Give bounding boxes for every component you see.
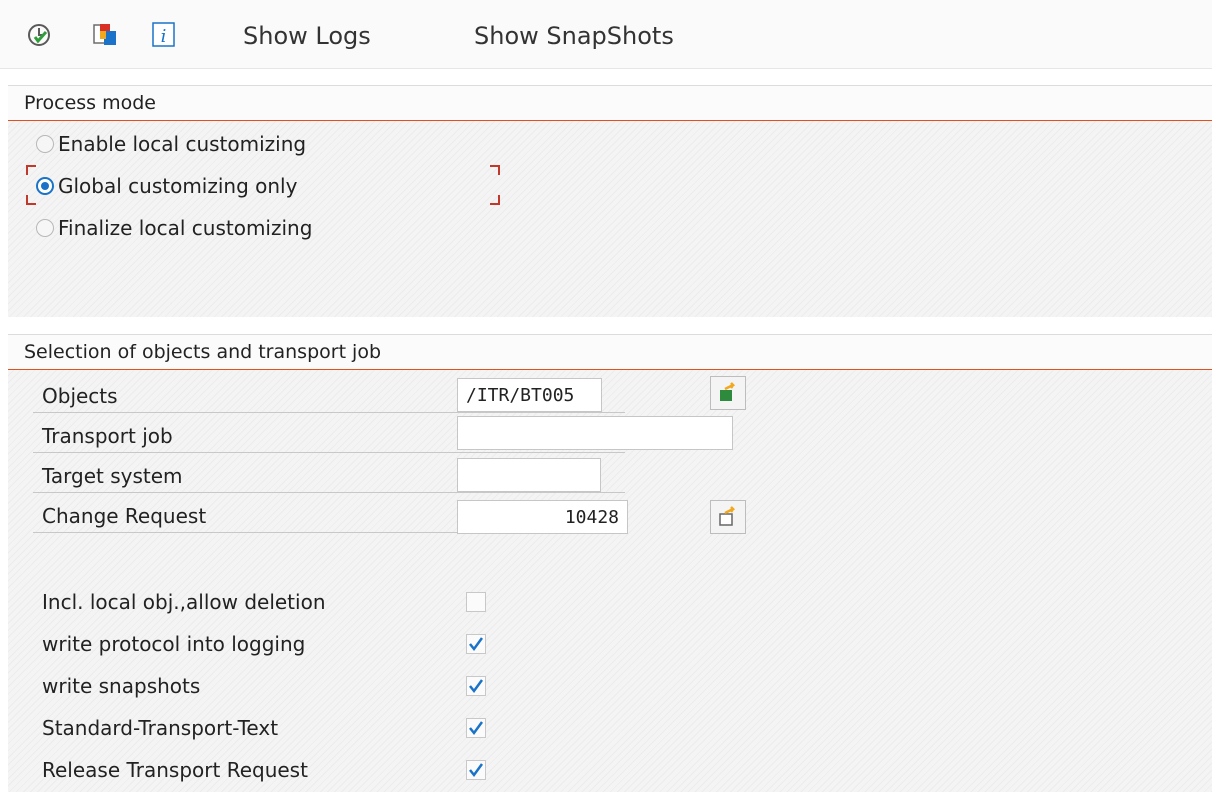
radio-label: Enable local customizing — [58, 132, 307, 156]
checkbox-label-release-transport-request: Release Transport Request — [42, 758, 308, 782]
radio-finalize-local-customizing[interactable]: Finalize local customizing — [36, 213, 312, 243]
transport-job-input[interactable] — [457, 416, 733, 450]
radio-label: Global customizing only — [58, 174, 298, 198]
execute-icon[interactable] — [26, 22, 52, 48]
objects-label: Objects — [42, 384, 118, 408]
selection-body: Objects /ITR/BT005 Transport job Target … — [8, 370, 1212, 792]
multiple-selection-button[interactable] — [710, 376, 746, 410]
change-request-select-button[interactable] — [710, 500, 746, 534]
transport-job-label: Transport job — [42, 424, 173, 448]
objects-input[interactable]: /ITR/BT005 — [457, 378, 602, 412]
check-icon — [469, 679, 484, 694]
selection-group: Selection of objects and transport job O… — [8, 334, 1212, 792]
radio-enable-local-customizing[interactable]: Enable local customizing — [36, 129, 306, 159]
application-toolbar: i Show Logs Show SnapShots — [0, 0, 1212, 69]
change-request-input[interactable]: 10428 — [457, 500, 628, 534]
svg-text:i: i — [161, 26, 167, 47]
focus-corner — [26, 195, 36, 205]
focus-corner — [490, 165, 500, 175]
multiple-selection-icon — [720, 382, 736, 401]
show-logs-button[interactable]: Show Logs — [243, 22, 371, 50]
process-mode-title: Process mode — [24, 92, 156, 114]
checkbox-label-incl-local: Incl. local obj.,allow deletion — [42, 590, 326, 614]
focus-corner — [26, 165, 36, 175]
process-mode-body: Enable local customizing Global customiz… — [8, 121, 1212, 317]
target-system-label: Target system — [42, 464, 183, 488]
multiple-selection-empty-icon — [719, 506, 736, 526]
focus-corner — [490, 195, 500, 205]
target-system-input[interactable] — [457, 458, 601, 492]
process-mode-group: Process mode Enable local customizing Gl… — [8, 85, 1212, 317]
standard-transport-text-checkbox[interactable] — [466, 718, 486, 738]
radio-button[interactable] — [36, 135, 54, 153]
radio-global-customizing-only[interactable]: Global customizing only — [36, 171, 297, 201]
selection-header: Selection of objects and transport job — [8, 334, 1212, 371]
copy-objects-icon[interactable] — [92, 22, 118, 48]
checkbox-label-write-protocol: write protocol into logging — [42, 632, 306, 656]
check-icon — [469, 721, 484, 736]
change-request-label: Change Request — [42, 504, 207, 528]
incl-local-allow-deletion-checkbox[interactable] — [466, 592, 486, 612]
checkbox-label-standard-transport-text: Standard-Transport-Text — [42, 716, 279, 740]
write-snapshots-checkbox[interactable] — [466, 676, 486, 696]
radio-label: Finalize local customizing — [58, 216, 313, 240]
info-icon[interactable]: i — [152, 22, 176, 48]
release-transport-request-checkbox[interactable] — [466, 760, 486, 780]
check-icon — [469, 763, 484, 778]
check-icon — [469, 637, 484, 652]
checkbox-label-write-snapshots: write snapshots — [42, 674, 201, 698]
radio-button[interactable] — [36, 219, 54, 237]
radio-button-selected[interactable] — [36, 177, 54, 195]
selection-title: Selection of objects and transport job — [24, 341, 382, 363]
write-protocol-checkbox[interactable] — [466, 634, 486, 654]
show-snapshots-button[interactable]: Show SnapShots — [474, 22, 674, 50]
process-mode-header: Process mode — [8, 85, 1212, 122]
